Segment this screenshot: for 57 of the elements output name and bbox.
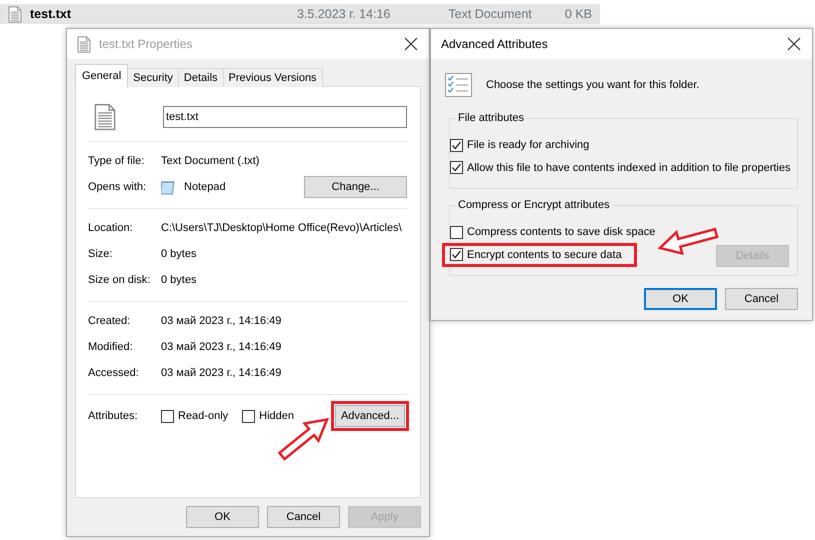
checkbox-label[interactable]: File is ready for archiving	[467, 137, 590, 154]
file-name[interactable]: test.txt	[30, 4, 71, 24]
description-text: Choose the settings you want for this folder.	[486, 78, 700, 93]
checkbox[interactable]	[450, 138, 463, 152]
arrow-annotation	[278, 418, 330, 461]
checkbox[interactable]	[242, 410, 256, 422]
field-value: Notepad	[184, 180, 226, 195]
tab[interactable]: Details	[178, 68, 224, 87]
close-button[interactable]	[403, 36, 419, 52]
checkbox[interactable]	[450, 161, 463, 174]
field-label: Attributes:	[88, 408, 139, 424]
field-value: 03 май 2023 г., 14:16:49	[161, 366, 282, 381]
field-value: 0 bytes	[161, 246, 196, 262]
field-label: Size:	[88, 246, 114, 262]
file-icon	[8, 6, 22, 22]
field-label: Size on disk:	[88, 272, 152, 288]
close-button[interactable]	[786, 36, 802, 52]
dialog-button[interactable]: OK	[644, 288, 717, 310]
file-name-field[interactable]: test.txt	[163, 106, 407, 128]
field-label: Created:	[88, 314, 132, 329]
checkbox[interactable]	[450, 226, 463, 239]
advanced-button[interactable]: Advanced...	[335, 405, 405, 427]
checkbox-label[interactable]: Hidden	[259, 408, 294, 424]
checkbox-label[interactable]: Allow this file to have contents indexed in addition to file properties	[467, 160, 790, 176]
field-value: 0 bytes	[161, 272, 196, 288]
window-title: Advanced Attributes	[441, 36, 548, 53]
change-button[interactable]: Change...	[304, 176, 407, 198]
arrow-annotation	[657, 228, 719, 256]
field-label: Accessed:	[88, 366, 140, 381]
checklist-icon	[445, 73, 472, 97]
field-value: 03 май 2023 г., 14:16:49	[161, 340, 282, 355]
group-title: Compress or Encrypt attributes	[456, 197, 612, 214]
checkbox-label[interactable]: Read-only	[178, 408, 228, 424]
checkbox-label[interactable]: Compress contents to save disk space	[467, 224, 656, 240]
field-label: Opens with:	[88, 180, 148, 195]
field-label: Location:	[88, 220, 134, 236]
tab[interactable]: Security	[127, 68, 179, 87]
dialog-button[interactable]: OK	[186, 506, 259, 528]
file-size: 0 KB	[564, 6, 592, 23]
file-date: 3.5.2023 г. 14:16	[296, 6, 390, 23]
field-label: Type of file:	[88, 154, 146, 169]
document-icon	[77, 36, 91, 52]
tab[interactable]: Previous Versions	[222, 68, 323, 87]
window-title: test.txt Properties	[99, 36, 192, 53]
checkbox-label[interactable]: Encrypt contents to secure data	[467, 246, 622, 263]
notepad-icon	[161, 180, 176, 194]
file-type: Text Document	[448, 6, 532, 23]
dialog-button[interactable]: Cancel	[725, 288, 798, 310]
field-value: Text Document (.txt)	[161, 154, 260, 169]
field-value: 03 май 2023 г., 14:16:49	[161, 314, 282, 329]
checkbox[interactable]	[450, 248, 463, 262]
field-value: C:\Users\TJ\Desktop\Home Office(Revo)\Articles\	[161, 220, 402, 236]
dialog-button[interactable]: Cancel	[267, 506, 340, 528]
checkbox[interactable]	[161, 410, 174, 422]
field-label: Modified:	[88, 340, 134, 355]
tab[interactable]: General	[75, 64, 128, 87]
file-type-icon	[94, 103, 116, 131]
